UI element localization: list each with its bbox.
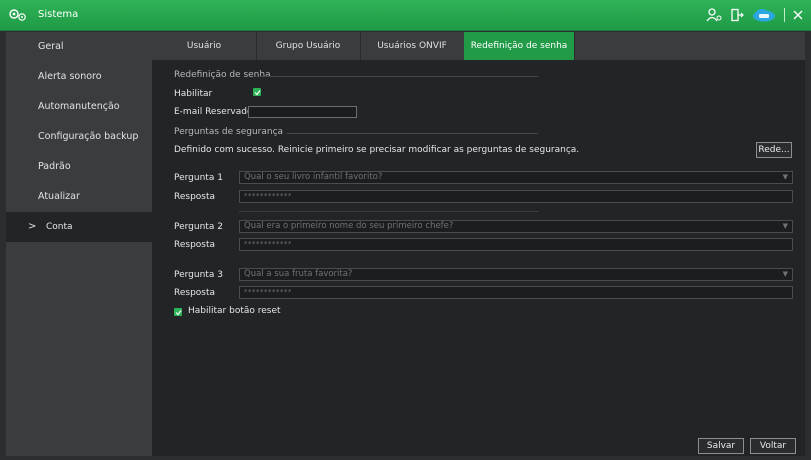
tab-grupo-usuario[interactable]: Grupo Usuário xyxy=(256,32,361,60)
user-icon[interactable] xyxy=(706,8,722,22)
section-title-reset: Redefinição de senha xyxy=(174,70,271,80)
sidebar-item-label: Configuração backup xyxy=(38,131,139,142)
tab-redefinicao-senha[interactable]: Redefinição de senha xyxy=(464,32,575,60)
question-1-select[interactable]: Qual o seu livro infantil favorito? ▼ xyxy=(239,171,793,184)
window-controls xyxy=(706,7,803,23)
dropdown-arrow-icon: ▼ xyxy=(782,173,788,181)
tab-bar: Usuário Grupo Usuário Usuários ONVIF Red… xyxy=(152,32,805,60)
sidebar-item-conta[interactable]: > Conta xyxy=(6,212,152,242)
answer-1-label: Resposta xyxy=(174,192,216,202)
sidebar-item-label: Alerta sonoro xyxy=(38,71,102,82)
email-field[interactable] xyxy=(248,106,357,118)
main-panel: Usuário Grupo Usuário Usuários ONVIF Red… xyxy=(152,32,805,456)
cloud-icon[interactable] xyxy=(752,8,776,22)
question-3-select[interactable]: Qual a sua fruta favorita? ▼ xyxy=(239,268,793,281)
question-2-value: Qual era o primeiro nome do seu primeiro… xyxy=(244,221,454,231)
tab-usuario[interactable]: Usuário xyxy=(152,32,257,60)
dropdown-arrow-icon: ▼ xyxy=(782,222,788,230)
sidebar: Geral Alerta sonoro Automanutenção Confi… xyxy=(6,32,152,456)
logout-icon[interactable] xyxy=(730,8,744,22)
answer-1-field[interactable]: ************ xyxy=(239,190,793,203)
save-button[interactable]: Salvar xyxy=(698,438,744,454)
reset-questions-button[interactable]: Rede... xyxy=(756,142,792,158)
sidebar-item-atualizar[interactable]: Atualizar xyxy=(6,182,152,212)
sidebar-item-configuracao-backup[interactable]: Configuração backup xyxy=(6,122,152,152)
close-icon[interactable] xyxy=(793,10,803,20)
enable-reset-button-label: Habilitar botão reset xyxy=(188,306,281,316)
sidebar-item-label: Atualizar xyxy=(38,191,80,202)
question-divider xyxy=(239,211,539,212)
section-divider xyxy=(287,133,538,134)
question-1-label: Pergunta 1 xyxy=(174,173,223,183)
answer-2-field[interactable]: ************ xyxy=(239,238,793,251)
question-2-label: Pergunta 2 xyxy=(174,222,223,232)
answer-2-label: Resposta xyxy=(174,240,216,250)
enable-label: Habilitar xyxy=(174,89,213,99)
title-separator xyxy=(784,8,785,22)
question-3-value: Qual a sua fruta favorita? xyxy=(244,269,353,279)
answer-3-field[interactable]: ************ xyxy=(239,286,793,299)
email-label: E-mail Reservado xyxy=(174,107,253,117)
sidebar-item-alerta-sonoro[interactable]: Alerta sonoro xyxy=(6,62,152,92)
tab-usuarios-onvif[interactable]: Usuários ONVIF xyxy=(360,32,465,60)
chevron-right-icon: > xyxy=(28,221,37,232)
section-divider xyxy=(260,76,538,77)
question-3-label: Pergunta 3 xyxy=(174,270,223,280)
title-bar: Sistema xyxy=(0,0,811,31)
sidebar-item-label: Automanutenção xyxy=(38,101,120,112)
sidebar-item-label: Geral xyxy=(38,41,64,52)
section-title-security: Perguntas de segurança xyxy=(174,127,284,137)
sidebar-item-label: Padrão xyxy=(38,161,71,172)
question-2-select[interactable]: Qual era o primeiro nome do seu primeiro… xyxy=(239,220,793,233)
dropdown-arrow-icon: ▼ xyxy=(782,270,788,278)
question-1-value: Qual o seu livro infantil favorito? xyxy=(244,172,383,182)
settings-gear-icon xyxy=(8,8,30,22)
sidebar-item-geral[interactable]: Geral xyxy=(6,32,152,62)
enable-checkbox[interactable] xyxy=(253,88,261,96)
window-title: Sistema xyxy=(38,9,79,20)
back-button[interactable]: Voltar xyxy=(750,438,796,454)
enable-reset-button-checkbox[interactable] xyxy=(174,308,182,316)
answer-3-label: Resposta xyxy=(174,288,216,298)
sidebar-item-automanutencao[interactable]: Automanutenção xyxy=(6,92,152,122)
success-message: Definido com sucesso. Reinicie primeiro … xyxy=(174,145,580,155)
sidebar-item-padrao[interactable]: Padrão xyxy=(6,152,152,182)
sidebar-item-label: Conta xyxy=(46,222,73,232)
